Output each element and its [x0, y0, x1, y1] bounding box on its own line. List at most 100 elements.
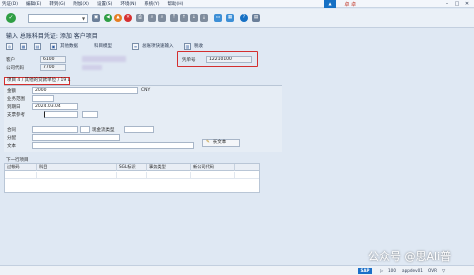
other-data-label: 其他数据 [60, 44, 78, 49]
company-code-field[interactable]: 7700 [40, 64, 66, 71]
menu-extras[interactable]: 附加(X) [73, 1, 89, 7]
next-item-table: 过帐码 科目 SGL标识 事务类型 新公司代码 [4, 163, 260, 193]
cancel-icon[interactable]: ✕ [124, 14, 132, 22]
menu-system[interactable]: 系统(Y) [144, 1, 159, 7]
menu-settings[interactable]: 设置(S) [97, 1, 112, 7]
column-posting-key: 过帐码 [5, 164, 37, 171]
amount-label: 金额 [7, 89, 16, 94]
business-area-field[interactable] [32, 95, 54, 102]
account-model-label: 科目模型 [94, 44, 112, 49]
command-field[interactable]: ▼ [28, 14, 88, 23]
document-icon: ▤ [34, 42, 41, 50]
client-field[interactable]: 6100 [40, 56, 66, 63]
table-header: 过帐码 科目 SGL标识 事务类型 新公司代码 [5, 164, 259, 171]
status-server: appdev01 [402, 268, 423, 273]
other-data-button[interactable]: ▣ 其他数据 [50, 41, 78, 51]
prev-page-icon[interactable]: ↑ [180, 14, 188, 22]
flow-type-field[interactable] [124, 126, 154, 133]
menu-goto[interactable]: 转到(G) [49, 1, 65, 7]
redacted-client-name [82, 56, 126, 62]
chevron-down-icon[interactable]: ▼ [80, 15, 87, 22]
maximize-icon[interactable]: □ [452, 0, 462, 8]
status-bar: SAP ▷ 100 appdev01 OVR ▽ [0, 265, 474, 275]
flow-type-label: 现金流类型 [92, 128, 115, 133]
menu-help[interactable]: 帮助(H) [167, 1, 183, 7]
minimize-icon[interactable]: – [442, 0, 452, 8]
logo-icon: ▲ [324, 0, 336, 8]
payment-reference-field-2[interactable] [82, 111, 98, 118]
currency-label: CNY [141, 88, 151, 93]
grid-icon: ▦ [20, 42, 27, 50]
menu-bar: 凭证(D) 编辑(E) 转到(G) 附加(X) 设置(S) 环境(N) 系统(Y… [0, 0, 474, 8]
new-company-code-cell[interactable] [191, 172, 235, 179]
posting-key-cell[interactable] [5, 172, 37, 179]
enter-icon[interactable]: ✓ [6, 13, 16, 23]
status-mode: OVR [428, 268, 437, 273]
first-page-icon[interactable]: ⤒ [170, 14, 178, 22]
list-icon: ≡ [132, 42, 139, 50]
new-session-icon[interactable]: ▭ [214, 14, 222, 22]
company-code-label: 公司代码 [6, 66, 24, 71]
contract-type-field[interactable] [80, 126, 90, 133]
last-page-icon[interactable]: ⤓ [200, 14, 208, 22]
tax-icon: ▥ [184, 42, 191, 50]
shortcut-icon[interactable]: ▦ [226, 14, 234, 22]
payment-reference-field[interactable] [44, 111, 78, 118]
amount-field[interactable]: 2000 [32, 87, 138, 94]
account-cell[interactable] [37, 172, 117, 179]
sap-logo: SAP [358, 268, 372, 274]
long-text-button[interactable]: ✎ 长文本 [202, 139, 240, 147]
simulate-icon[interactable]: ▦ [20, 41, 30, 51]
menu-document[interactable]: 凭证(D) [2, 1, 18, 7]
data-icon: ▣ [50, 42, 57, 50]
status-client: 100 [388, 268, 396, 273]
baseline-date-field[interactable]: 2024.03.04 [32, 103, 78, 110]
assignment-label: 分配 [7, 136, 16, 141]
taxes-button[interactable]: ▥ 税收 [184, 41, 203, 51]
find-icon[interactable]: ⌕ [148, 14, 156, 22]
park-icon[interactable]: ▤ [34, 41, 44, 51]
item-tab[interactable]: 项目 4 / 其他的贷款单位 / 19 L [4, 77, 70, 85]
column-sgl-indicator: SGL标识 [117, 164, 147, 171]
contract-label: 合同 [7, 128, 16, 133]
application-toolbar: ◎ ▦ ▤ ▣ 其他数据 科目模型 ≡ 总账项快速输入 ▥ 税收 [0, 41, 474, 51]
long-text-label: 长文本 [212, 140, 227, 145]
status-dropdown[interactable]: ▽ [442, 268, 445, 273]
back-icon[interactable]: ◀ [104, 14, 112, 22]
sgl-cell[interactable] [117, 172, 147, 179]
next-page-icon[interactable]: ↓ [190, 14, 198, 22]
pencil-icon: ✎ [206, 140, 210, 145]
business-area-label: 业务范围 [7, 97, 25, 102]
baseline-date-label: 到期日 [7, 105, 21, 110]
menu-environment[interactable]: 环境(N) [120, 1, 136, 7]
print-icon[interactable]: ⎙ [136, 14, 144, 22]
menu-edit[interactable]: 编辑(E) [26, 1, 41, 7]
column-account: 科目 [37, 164, 117, 171]
contract-field[interactable] [32, 126, 78, 133]
text-field[interactable] [32, 142, 194, 149]
help-icon[interactable]: ? [240, 14, 248, 22]
document-number-field[interactable]: 12210100 [206, 56, 252, 63]
redacted-company-name [82, 65, 102, 70]
text-label: 文本 [7, 144, 16, 149]
save-icon[interactable]: ▣ [92, 14, 100, 22]
find-next-icon[interactable]: ⌕ [158, 14, 166, 22]
transaction-type-cell[interactable] [147, 172, 191, 179]
item-detail-panel: 金额 2000 CNY 业务范围 到期日 2024.03.04 支票参考 合同 … [4, 85, 282, 152]
table-row [5, 172, 259, 179]
fast-entry-button[interactable]: ≡ 总账项快速输入 [132, 41, 174, 51]
fast-entry-label: 总账项快速输入 [142, 44, 174, 49]
page-title: 输入 总账科目凭证: 添加 客户项目 [6, 33, 98, 40]
status-arrow[interactable]: ▷ [380, 268, 383, 273]
account-model-button[interactable]: 科目模型 [94, 41, 112, 51]
close-icon[interactable]: ✕ [462, 0, 472, 8]
layout-icon[interactable]: ▤ [252, 14, 260, 22]
system-toolbar: ✓ ▼ ▣ ◀ ▲ ✕ ⎙ ⌕ ⌕ ⤒ ↑ ↓ ⤓ ▭ ▦ ? ▤ [0, 9, 474, 28]
display-icon[interactable]: ◎ [6, 41, 16, 51]
column-transaction-type: 事务类型 [147, 164, 191, 171]
client-label: 客户 [6, 58, 15, 63]
exit-icon[interactable]: ▲ [114, 14, 122, 22]
assignment-field[interactable] [32, 134, 120, 141]
payment-reference-label: 支票参考 [7, 113, 25, 118]
column-new-company-code: 新公司代码 [191, 164, 235, 171]
